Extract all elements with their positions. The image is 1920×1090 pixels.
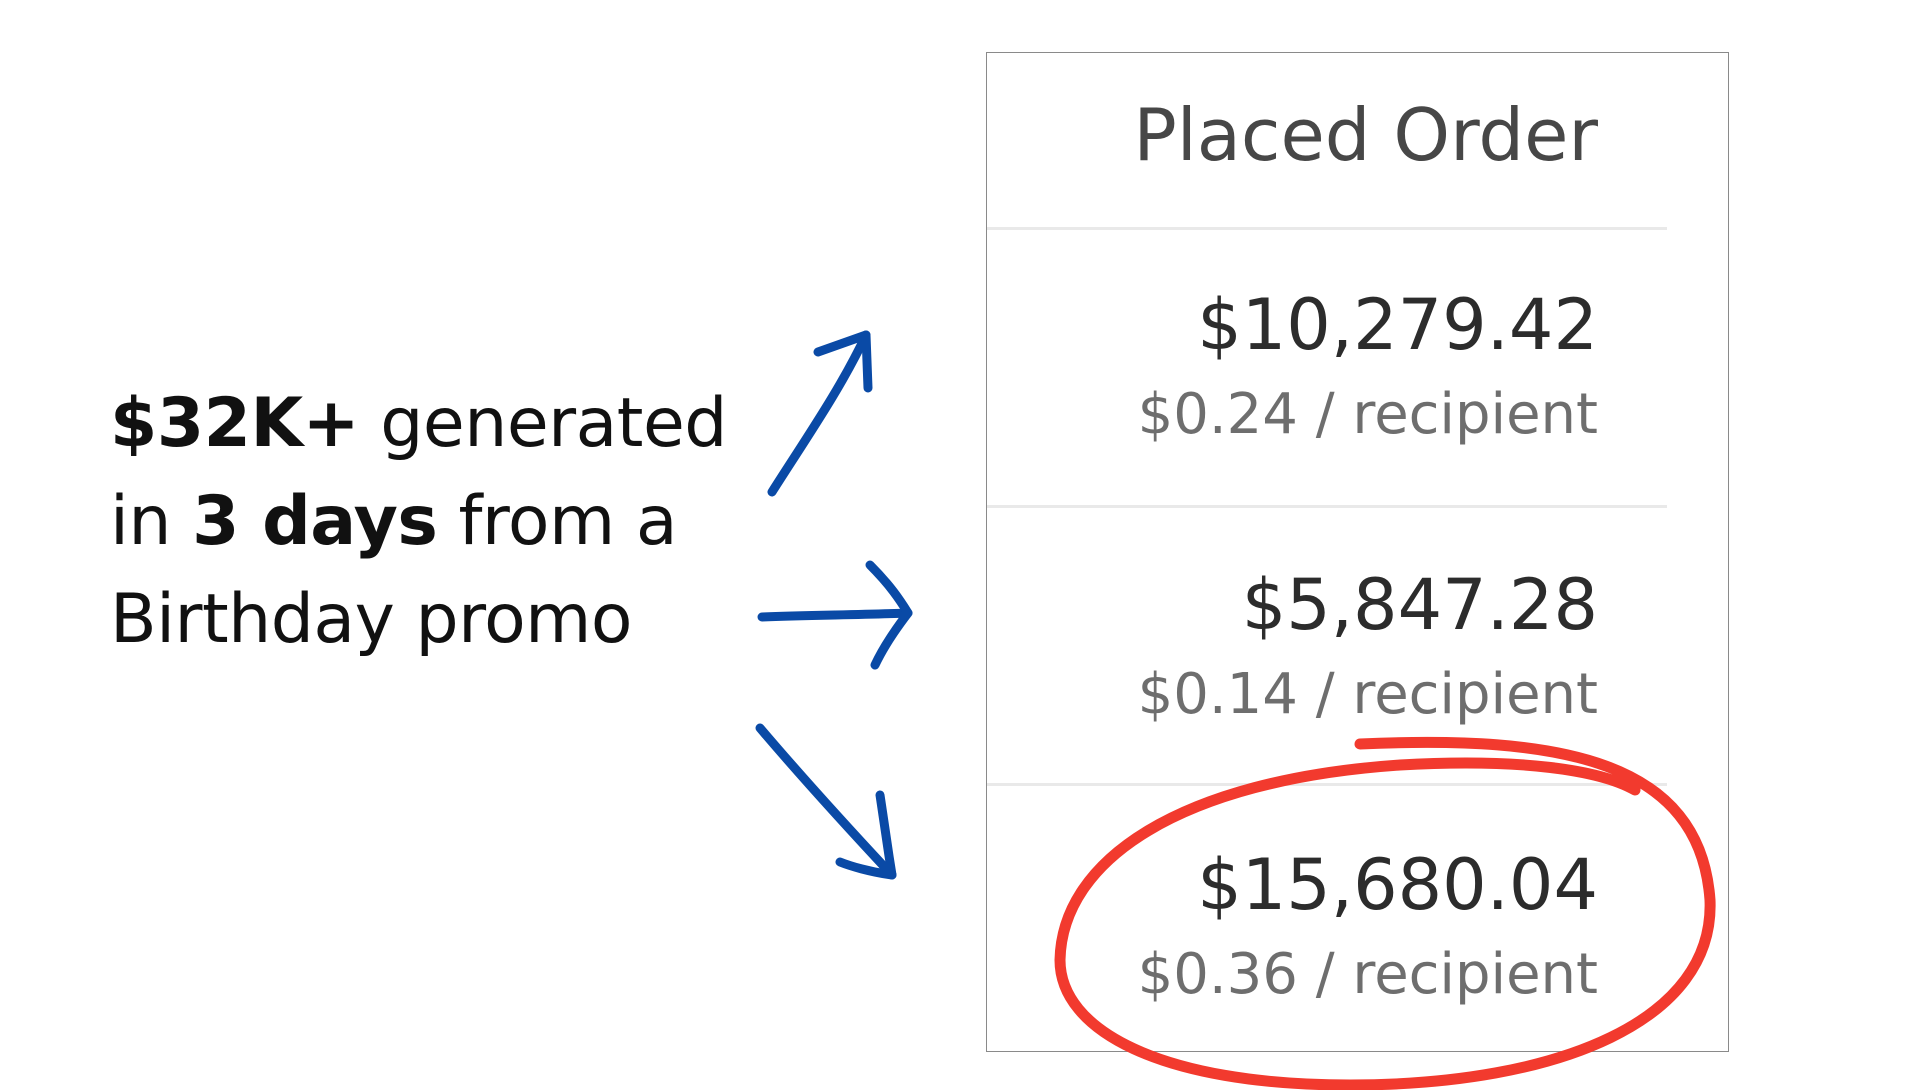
row-amount: $15,680.04	[1197, 844, 1598, 926]
headline-line-2: in 3 days from a	[110, 473, 730, 571]
headline-duration: 3 days	[192, 482, 438, 561]
table-row: $10,279.42 $0.24 / recipient	[1138, 283, 1598, 463]
arrow-down-right-icon	[755, 723, 897, 880]
headline-line-1: $32K+ generated	[110, 375, 730, 473]
placed-order-panel: Placed Order $10,279.42 $0.24 / recipien…	[986, 52, 1729, 1052]
headline: $32K+ generated in 3 days from a Birthda…	[110, 375, 730, 669]
row-per-recipient: $0.36 / recipient	[1137, 942, 1598, 1007]
headline-line1-rest: generated	[359, 384, 727, 463]
table-row-highlighted: $15,680.04 $0.36 / recipient	[1138, 843, 1598, 1023]
arrow-up-right-icon	[767, 330, 873, 497]
row-per-recipient: $0.14 / recipient	[1137, 662, 1598, 727]
row-per-recipient: $0.24 / recipient	[1137, 382, 1598, 447]
row-divider	[987, 227, 1667, 230]
row-divider	[987, 505, 1667, 508]
headline-line-3: Birthday promo	[110, 580, 633, 659]
headline-line2-pre: in	[110, 482, 193, 561]
column-header-placed-order: Placed Order	[1133, 93, 1598, 177]
arrow-right-icon	[757, 560, 913, 670]
row-amount: $5,847.28	[1241, 564, 1598, 646]
row-amount: $10,279.42	[1197, 284, 1598, 366]
headline-amount: $32K+	[110, 384, 360, 463]
headline-line2-post: from a	[437, 482, 678, 561]
table-row: $5,847.28 $0.14 / recipient	[1138, 563, 1598, 743]
row-divider	[987, 783, 1667, 786]
